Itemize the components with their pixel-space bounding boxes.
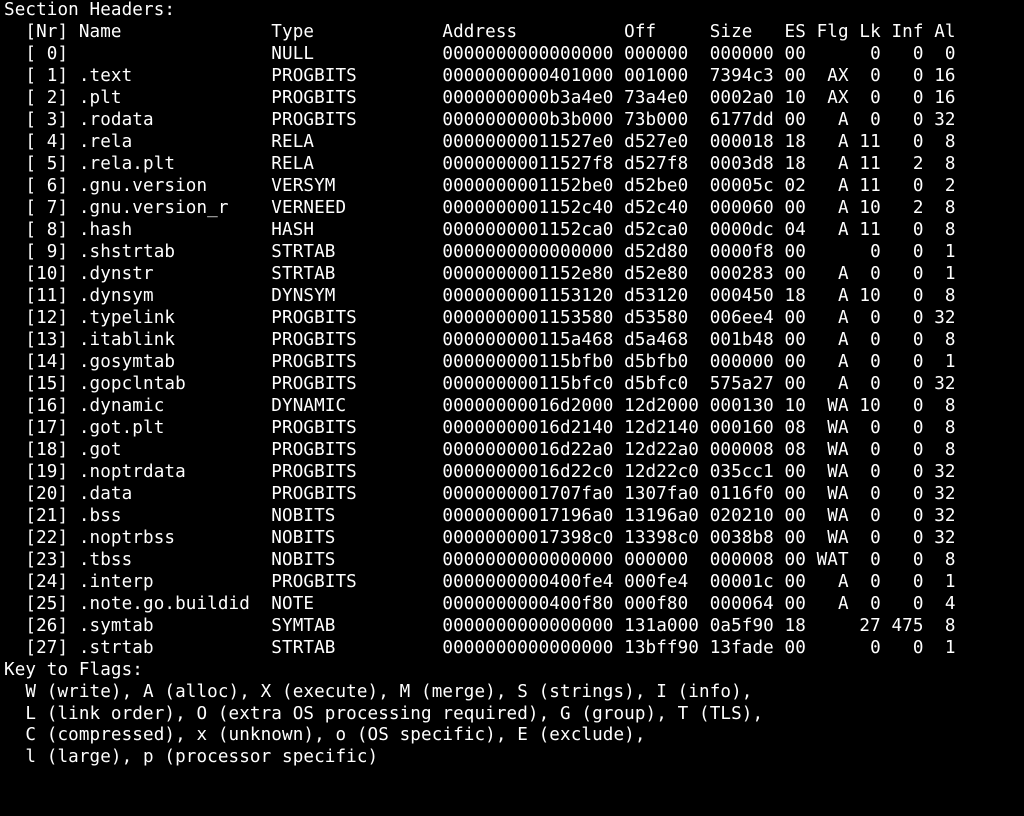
- terminal-output: Section Headers: [Nr] Name Type Address …: [0, 0, 1024, 769]
